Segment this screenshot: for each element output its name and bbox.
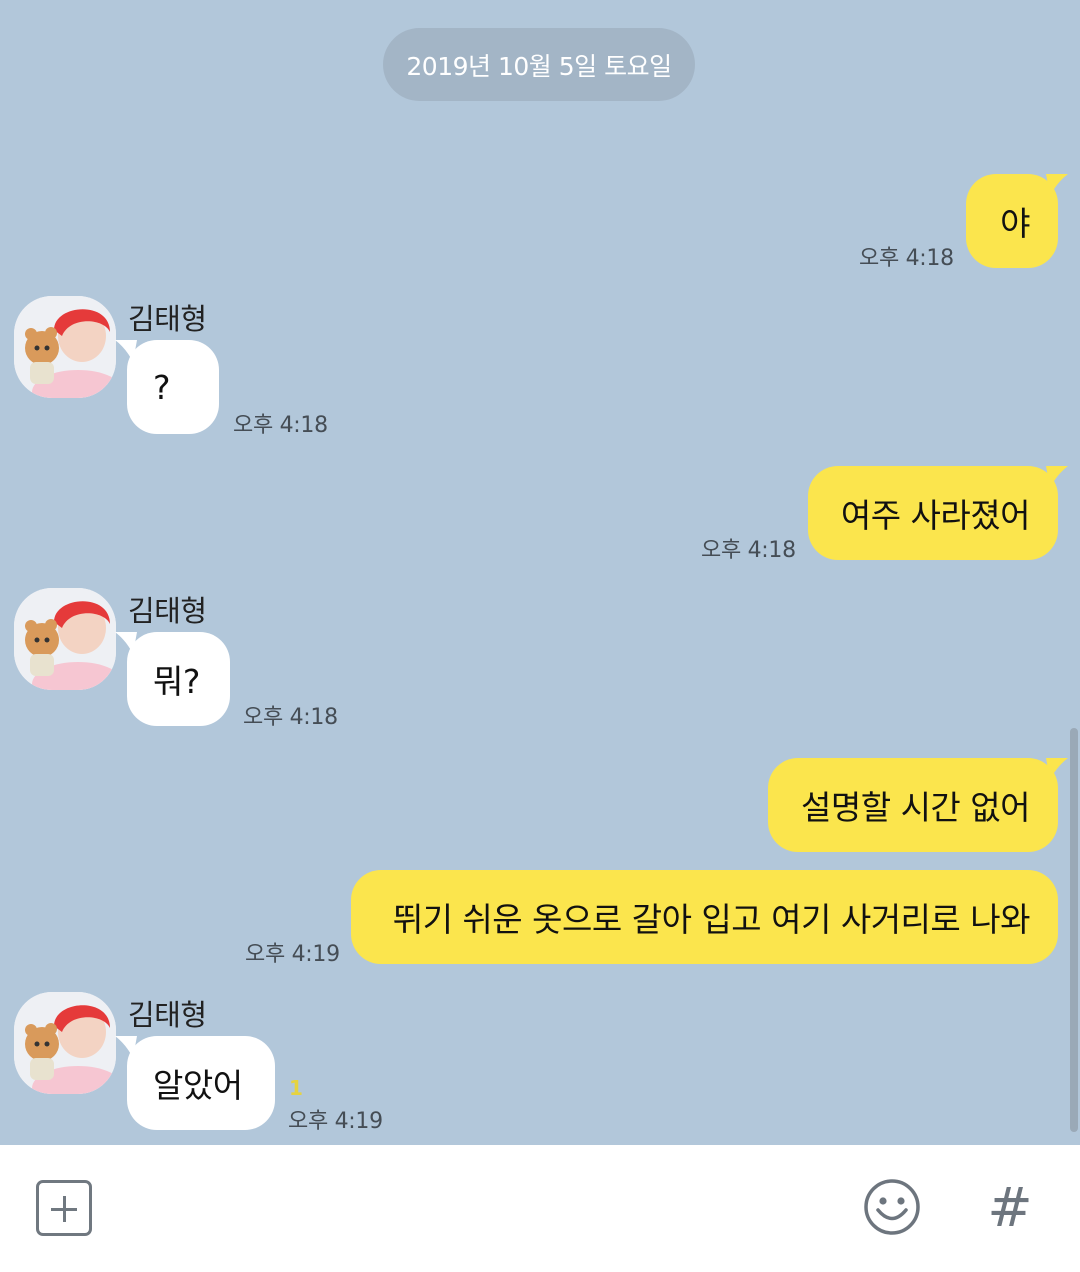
message-time: 오후 4:19 [288, 1109, 383, 1134]
avatar[interactable] [14, 992, 116, 1094]
scrollbar[interactable] [1070, 728, 1078, 1132]
my-message-bubble[interactable]: 뛰기 쉬운 옷으로 갈아 입고 여기 사거리로 나와 [351, 870, 1058, 964]
my-message-bubble[interactable]: 야 [966, 174, 1068, 268]
plus-square-icon[interactable] [36, 1180, 92, 1236]
message-time: 오후 4:18 [701, 538, 796, 563]
message-time: 오후 4:18 [243, 705, 338, 730]
message-time: 오후 4:19 [245, 942, 340, 967]
sender-name: 김태형 [128, 302, 207, 336]
avatar[interactable] [14, 588, 116, 690]
profile-photo-icon [14, 296, 116, 398]
message-time: 오후 4:18 [859, 246, 954, 271]
message-text: 야 [1000, 204, 1030, 243]
their-message-bubble[interactable]: 알았어 [115, 1036, 275, 1130]
date-divider: 2019년 10월 5일 토요일 [383, 28, 695, 101]
message-text: 설명할 시간 없어 [801, 788, 1031, 827]
profile-photo-icon [14, 992, 116, 1094]
profile-photo-icon [14, 588, 116, 690]
their-message-bubble[interactable]: 뭐? [115, 632, 230, 726]
their-message-bubble[interactable]: ? [115, 340, 219, 434]
message-text: 여주 사라졌어 [840, 496, 1031, 535]
smiley-icon[interactable] [862, 1177, 922, 1237]
sender-name: 김태형 [128, 998, 207, 1032]
bubble-tail [1046, 466, 1068, 488]
bubble-tail [1046, 758, 1068, 780]
hash-icon[interactable]: # [985, 1176, 1035, 1239]
sender-name: 김태형 [128, 594, 207, 628]
bubble-tail [115, 1036, 137, 1058]
bubble-tail [115, 340, 137, 362]
bubble-tail [1046, 174, 1068, 196]
message-text: 뛰기 쉬운 옷으로 갈아 입고 여기 사거리로 나와 [392, 900, 1031, 939]
my-message-bubble[interactable]: 여주 사라졌어 [808, 466, 1068, 560]
message-text: ? [153, 367, 171, 407]
message-text: 알았어 [153, 1066, 243, 1105]
message-text: 뭐? [153, 662, 200, 701]
message-time: 오후 4:18 [233, 413, 328, 438]
unread-count: 1 [289, 1076, 303, 1100]
chat-area[interactable]: 2019년 10월 5일 토요일 야 오후 4:18 김태형 ? 오후 4:18… [0, 0, 1080, 1145]
my-message-bubble[interactable]: 설명할 시간 없어 [768, 758, 1068, 852]
avatar[interactable] [14, 296, 116, 398]
bubble-tail [115, 632, 137, 654]
